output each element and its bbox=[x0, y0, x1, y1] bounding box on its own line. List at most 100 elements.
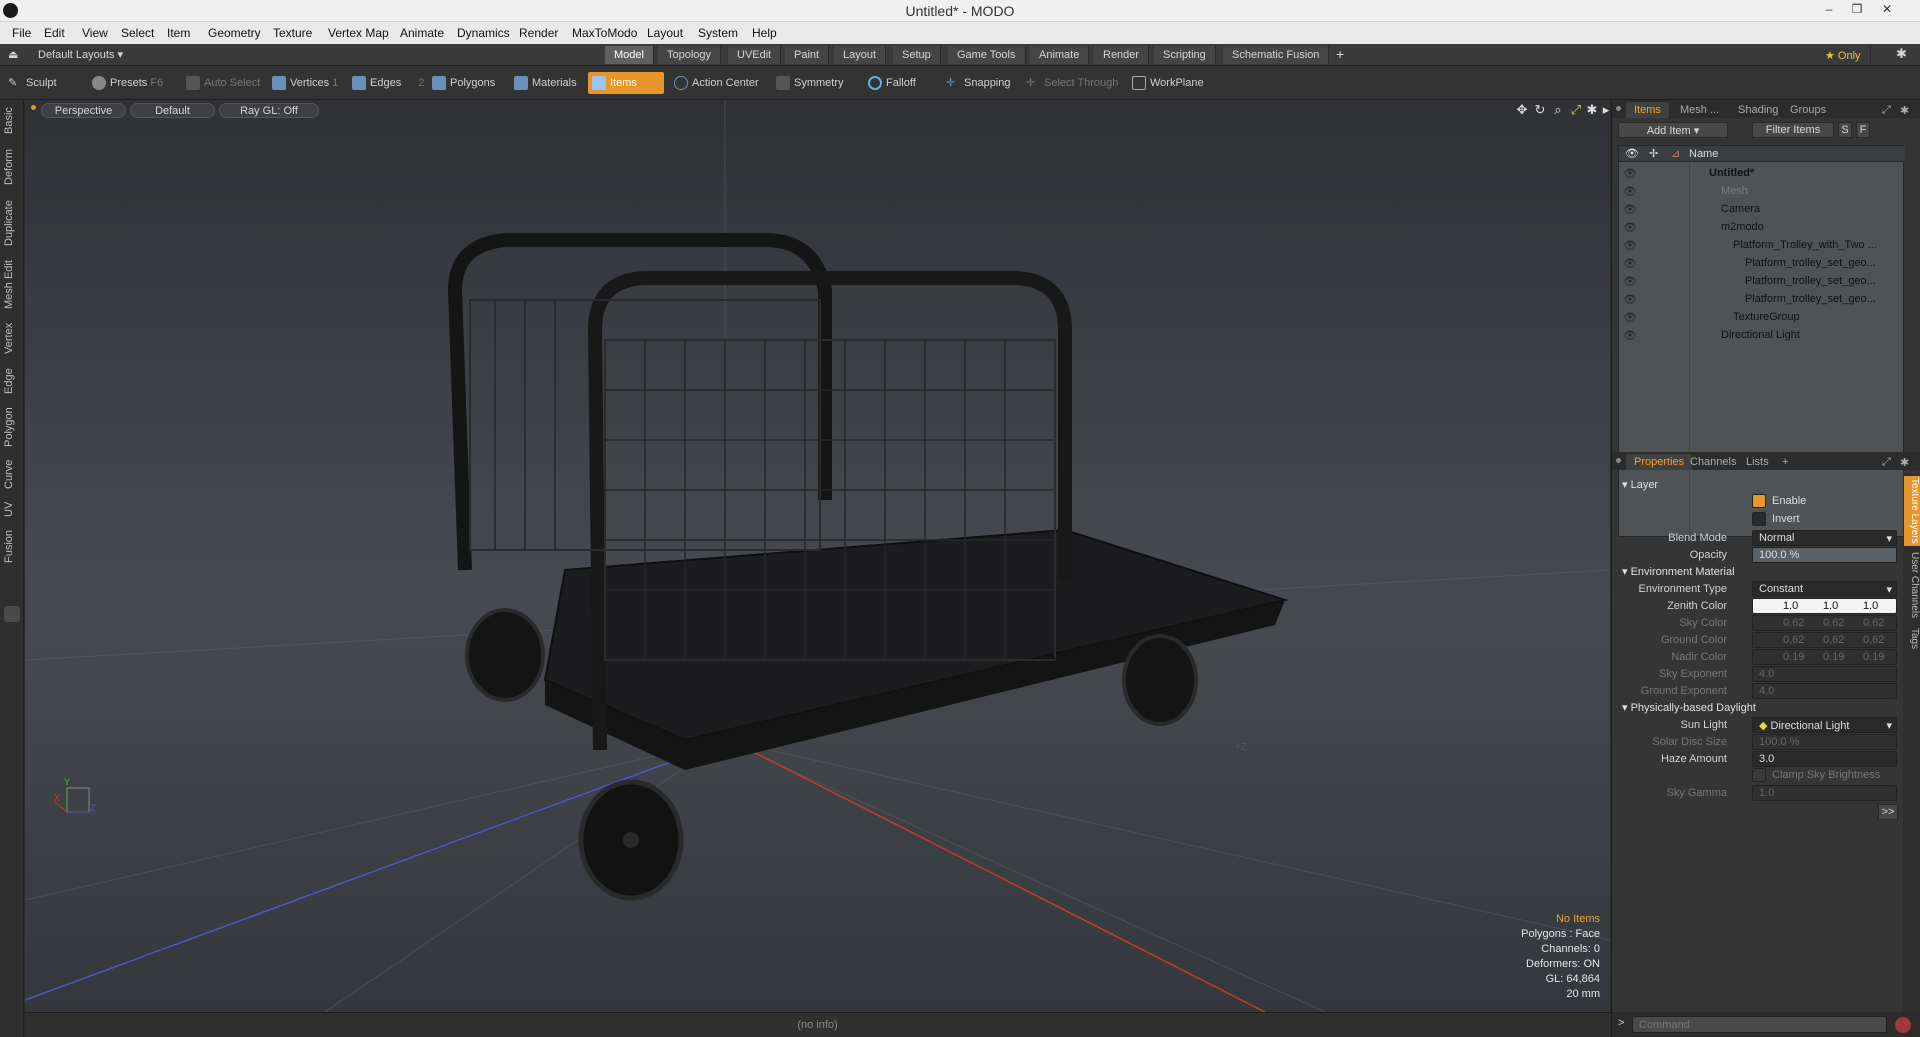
polygons-button[interactable]: Polygons bbox=[428, 72, 501, 94]
action-center-button[interactable]: Action Center bbox=[670, 72, 765, 94]
add-properties-tab[interactable]: + bbox=[1774, 454, 1796, 470]
eye-icon[interactable]: 👁 bbox=[1623, 311, 1637, 324]
default-layouts-dropdown[interactable]: Default Layouts ▾ bbox=[38, 48, 123, 61]
vtab-duplicate[interactable]: Duplicate bbox=[3, 196, 21, 250]
sun-light-dropdown[interactable]: ◆ Directional Light ▾ bbox=[1752, 717, 1897, 733]
panel-menu-dot[interactable] bbox=[1616, 106, 1621, 111]
item-row[interactable]: 👁 Untitled* bbox=[1619, 164, 1905, 182]
tab-scripting[interactable]: Scripting bbox=[1154, 46, 1216, 64]
menu-system[interactable]: System bbox=[698, 26, 738, 40]
shading-dropdown[interactable]: Default bbox=[130, 103, 215, 118]
select-through-button[interactable]: ✛ Select Through bbox=[1022, 72, 1124, 94]
side-tab-user-channels[interactable]: User Channels bbox=[1904, 550, 1920, 620]
vtab-vertex[interactable]: Vertex bbox=[3, 318, 21, 358]
vtab-fusion[interactable]: Fusion bbox=[3, 526, 21, 566]
ground-color-field[interactable]: 0.62 0.62 0.62 bbox=[1752, 632, 1897, 648]
environment-type-dropdown[interactable]: Constant ▾ bbox=[1752, 581, 1897, 597]
ground-exponent-field[interactable]: 4.0 bbox=[1752, 683, 1897, 699]
items-button[interactable]: Items bbox=[588, 72, 664, 94]
vtab-curve[interactable]: Curve bbox=[3, 456, 21, 492]
tab-channels[interactable]: Channels bbox=[1682, 454, 1744, 470]
blend-mode-dropdown[interactable]: Normal ▾ bbox=[1752, 530, 1897, 546]
side-tab-tags[interactable]: Tags bbox=[1904, 624, 1920, 654]
item-row[interactable]: 👁 Mesh bbox=[1619, 182, 1905, 200]
workplane-button[interactable]: WorkPlane bbox=[1128, 72, 1210, 94]
vtab-basic[interactable]: Basic bbox=[3, 104, 21, 138]
rotate-icon[interactable]: ↻ bbox=[1533, 103, 1547, 117]
zenith-color-field[interactable]: 1.0 1.0 1.0 bbox=[1752, 598, 1897, 614]
tab-layout[interactable]: Layout bbox=[834, 46, 887, 64]
sky-exponent-field[interactable]: 4.0 bbox=[1752, 666, 1897, 682]
enable-checkbox[interactable] bbox=[1752, 494, 1766, 508]
sky-gamma-field[interactable]: 1.0 bbox=[1752, 785, 1897, 801]
gear-icon[interactable]: ✱ bbox=[1896, 46, 1907, 62]
materials-button[interactable]: Materials bbox=[510, 72, 583, 94]
panel-gear-icon[interactable]: ✱ bbox=[1892, 102, 1917, 118]
pan-icon[interactable]: ✥ bbox=[1515, 103, 1529, 117]
menu-animate[interactable]: Animate bbox=[400, 26, 444, 40]
add-item-button[interactable]: Add Item ▾ bbox=[1618, 122, 1728, 138]
tab-groups[interactable]: Groups bbox=[1782, 102, 1834, 118]
vtab-deform[interactable]: Deform bbox=[3, 146, 21, 188]
tab-shading[interactable]: Shading bbox=[1730, 102, 1786, 118]
viewport-more-icon[interactable]: ▸ bbox=[1599, 103, 1610, 117]
snapping-button[interactable]: ✛ Snapping bbox=[942, 72, 1017, 94]
expand-toggle[interactable] bbox=[4, 606, 20, 622]
nadir-color-field[interactable]: 0.19 0.19 0.19 bbox=[1752, 649, 1897, 665]
menu-help[interactable]: Help bbox=[752, 26, 777, 40]
tab-animate[interactable]: Animate bbox=[1030, 46, 1090, 64]
side-tab-texture-layers[interactable]: Texture Layers bbox=[1904, 476, 1920, 546]
vtab-mesh-edit[interactable]: Mesh Edit bbox=[3, 258, 21, 312]
menu-select[interactable]: Select bbox=[121, 26, 154, 40]
menu-geometry[interactable]: Geometry bbox=[208, 26, 261, 40]
item-row[interactable]: 👁 Platform_trolley_set_geo... bbox=[1619, 254, 1905, 272]
vtab-uv[interactable]: UV bbox=[3, 498, 21, 520]
filter-items-input[interactable]: Filter Items bbox=[1752, 122, 1834, 138]
presets-button[interactable]: Presets F6 bbox=[88, 72, 169, 94]
raygl-toggle[interactable]: Ray GL: Off bbox=[219, 103, 319, 118]
tab-mesh[interactable]: Mesh ... bbox=[1672, 102, 1727, 118]
sky-color-field[interactable]: 0.62 0.62 0.62 bbox=[1752, 615, 1897, 631]
menu-dynamics[interactable]: Dynamics bbox=[457, 26, 510, 40]
zoom-icon[interactable]: ⌕ bbox=[1551, 103, 1565, 117]
maximize-icon[interactable]: ⤢ bbox=[1569, 103, 1583, 117]
haze-amount-field[interactable]: 3.0 bbox=[1752, 751, 1897, 767]
eye-icon[interactable]: 👁 bbox=[1623, 275, 1637, 288]
tab-topology[interactable]: Topology bbox=[658, 46, 722, 64]
layer-header[interactable]: ▾ Layer bbox=[1622, 478, 1658, 491]
tab-game-tools[interactable]: Game Tools bbox=[948, 46, 1026, 64]
tab-paint[interactable]: Paint bbox=[785, 46, 830, 64]
symmetry-button[interactable]: Symmetry bbox=[772, 72, 850, 94]
menu-vertex-map[interactable]: Vertex Map bbox=[328, 26, 389, 40]
record-icon[interactable] bbox=[1895, 1017, 1911, 1033]
menu-edit[interactable]: Edit bbox=[44, 26, 65, 40]
item-row[interactable]: 👁 Platform_trolley_set_geo... bbox=[1619, 272, 1905, 290]
menu-texture[interactable]: Texture bbox=[273, 26, 312, 40]
trolley-model[interactable] bbox=[447, 233, 1289, 901]
vtab-polygon[interactable]: Polygon bbox=[3, 404, 21, 450]
tab-uvedit[interactable]: UVEdit bbox=[728, 46, 782, 64]
tab-schematic-fusion[interactable]: Schematic Fusion bbox=[1223, 46, 1330, 64]
close-button[interactable]: ✕ bbox=[1876, 2, 1898, 18]
more-button[interactable]: >> bbox=[1878, 804, 1898, 820]
menu-render[interactable]: Render bbox=[519, 26, 558, 40]
menu-view[interactable]: View bbox=[82, 26, 108, 40]
eye-icon[interactable]: 👁 bbox=[1623, 257, 1637, 270]
menu-maxtomodo[interactable]: MaxToModo bbox=[572, 26, 637, 40]
tab-items[interactable]: Items bbox=[1626, 102, 1669, 118]
vertices-button[interactable]: Vertices 1 bbox=[268, 72, 344, 94]
tab-lists[interactable]: Lists bbox=[1738, 454, 1777, 470]
f-button[interactable]: F bbox=[1856, 122, 1870, 138]
item-row[interactable]: 👁 Platform_trolley_set_geo... bbox=[1619, 290, 1905, 308]
item-row[interactable]: 👁 Directional Light bbox=[1619, 326, 1905, 344]
tab-render[interactable]: Render bbox=[1094, 46, 1150, 64]
eye-icon[interactable]: 👁 bbox=[1623, 239, 1637, 252]
menu-layout[interactable]: Layout bbox=[647, 26, 683, 40]
invert-checkbox[interactable] bbox=[1752, 512, 1766, 526]
view-type-dropdown[interactable]: Perspective bbox=[41, 103, 126, 118]
name-column-header[interactable]: Name bbox=[1689, 148, 1718, 160]
properties-menu-dot[interactable] bbox=[1616, 458, 1621, 463]
3d-viewport[interactable]: +Z X Y Z Perspective Default Ray GL: Off… bbox=[25, 100, 1610, 1012]
restore-button[interactable]: ❐ bbox=[1846, 2, 1868, 18]
s-button[interactable]: S bbox=[1838, 122, 1852, 138]
